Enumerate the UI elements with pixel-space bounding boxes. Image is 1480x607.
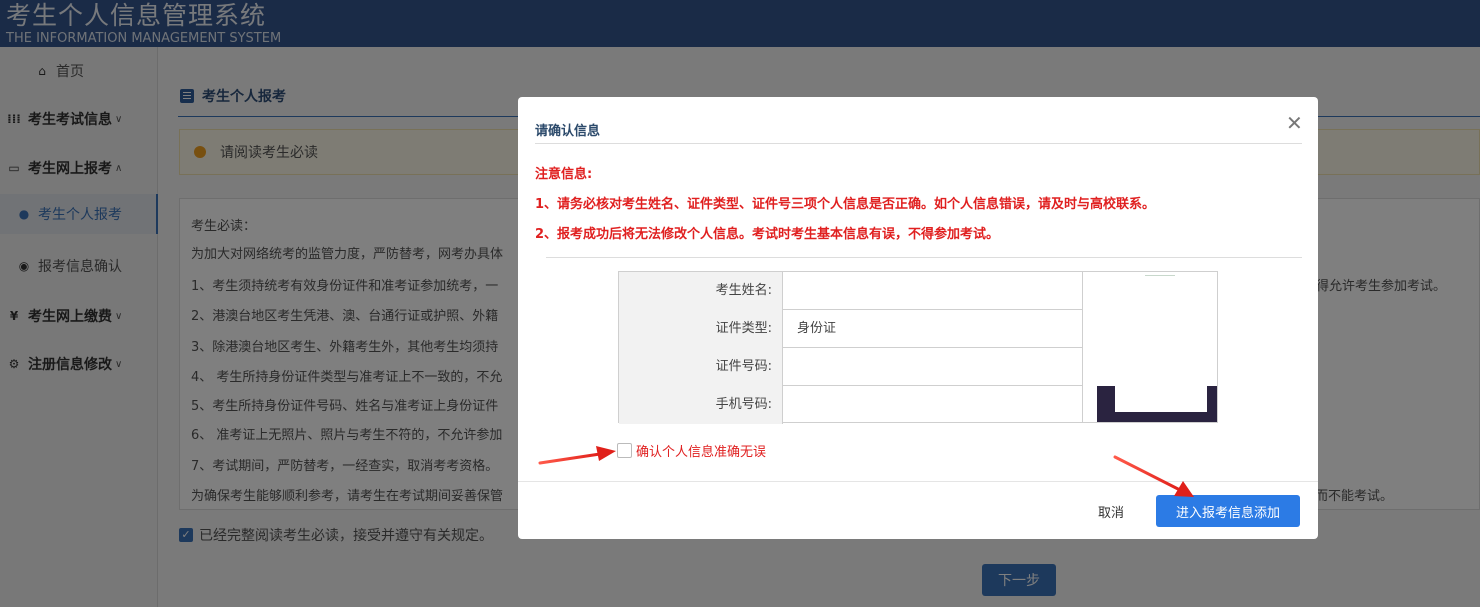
info-value: 身份证 [797, 321, 837, 336]
confirm-checkbox-row[interactable]: 确认个人信息准确无误 [617, 441, 766, 460]
cancel-button[interactable]: 取消 [1098, 502, 1124, 521]
warn-title: 注意信息: [535, 167, 593, 182]
confirm-checkbox[interactable] [617, 443, 632, 458]
dialog-divider [535, 143, 1302, 144]
close-icon[interactable]: ✕ [1286, 111, 1303, 135]
confirm-info-dialog: 请确认信息 ✕ 注意信息: 1、请务必核对考生姓名、证件类型、证件号三项个人信息… [518, 97, 1318, 539]
warn-item: 2、报考成功后将无法修改个人信息。考试时考生基本信息有误，不得参加考试。 [535, 227, 1000, 242]
info-label: 证件类型: [619, 310, 783, 348]
info-row-name: 考生姓名: [619, 272, 1082, 310]
dialog-footer-divider [518, 481, 1318, 482]
info-label: 证件号码: [619, 348, 783, 386]
confirm-label: 确认个人信息准确无误 [636, 445, 767, 460]
info-row-id-number: 证件号码: [619, 348, 1082, 386]
info-row-phone: 手机号码: [619, 386, 1082, 424]
dialog-divider [546, 257, 1302, 258]
info-table: 考生姓名: 证件类型: 身份证 证件号码: 手机号码: [618, 271, 1218, 424]
info-row-id-type: 证件类型: 身份证 [619, 310, 1082, 348]
info-label: 考生姓名: [619, 272, 783, 310]
dialog-title: 请确认信息 [535, 124, 601, 139]
enter-register-info-button[interactable]: 进入报考信息添加 [1156, 495, 1300, 527]
info-label: 手机号码: [619, 386, 783, 424]
candidate-photo [1082, 272, 1217, 422]
warn-item: 1、请务必核对考生姓名、证件类型、证件号三项个人信息是否正确。如个人信息错误，请… [535, 197, 1156, 212]
